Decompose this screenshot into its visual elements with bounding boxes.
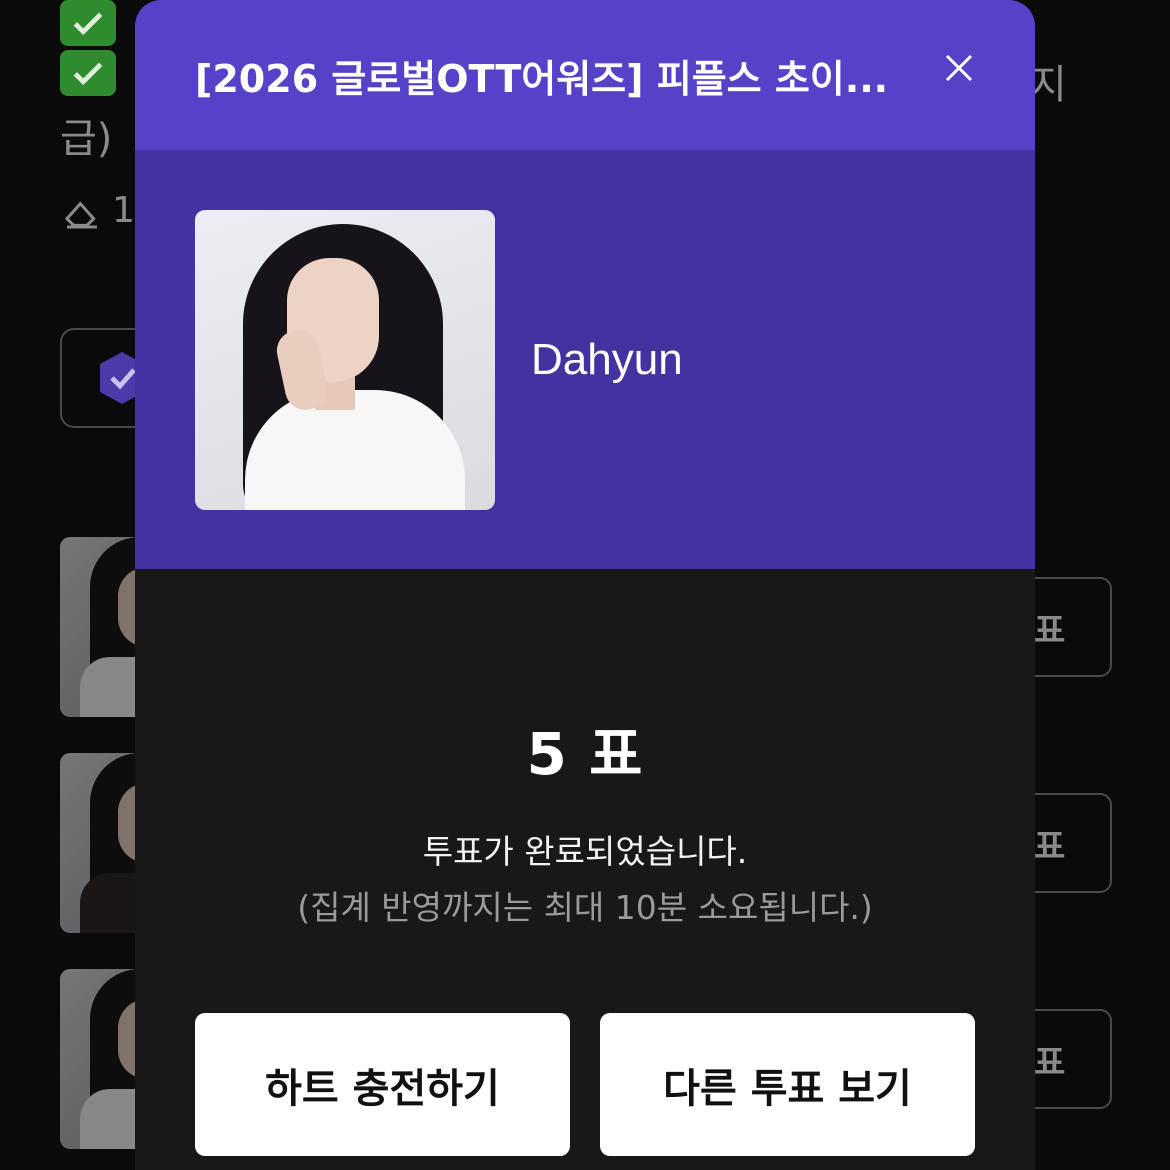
screen: 급) 지 1 표 표 표 [2026 글로벌OTT어워즈] 피플스 초이... [0, 0, 1170, 1170]
modal-actions: 하트 충전하기 다른 투표 보기 [195, 1013, 975, 1156]
vote-complete-message: 투표가 완료되었습니다. [422, 832, 748, 871]
view-other-votes-button[interactable]: 다른 투표 보기 [600, 1013, 975, 1156]
vote-count: 5 표 [526, 720, 644, 788]
close-icon[interactable] [941, 50, 977, 86]
background-text: 급) [60, 116, 113, 162]
candidate-panel: Dahyun [135, 150, 1035, 569]
modal-header: [2026 글로벌OTT어워즈] 피플스 초이... [135, 0, 1035, 150]
vote-result: 5 표 투표가 완료되었습니다. (집계 반영까지는 최대 10분 소요됩니다.… [135, 707, 1035, 929]
background-text: 지 [1030, 62, 1067, 108]
vote-complete-modal: [2026 글로벌OTT어워즈] 피플스 초이... Dahyun 5 표 투표… [135, 0, 1035, 1170]
checkmark-icon [60, 0, 116, 46]
eraser-icon [64, 201, 97, 229]
checkmark-icon [60, 50, 116, 96]
candidate-photo [195, 209, 495, 510]
modal-title: [2026 글로벌OTT어워즈] 피플스 초이... [195, 56, 889, 101]
candidate-name: Dahyun [531, 334, 683, 384]
charge-hearts-button[interactable]: 하트 충전하기 [195, 1013, 570, 1156]
aggregation-notice: (집계 반영까지는 최대 10분 소요됩니다.) [297, 888, 873, 927]
background-count: 1 [112, 190, 135, 231]
